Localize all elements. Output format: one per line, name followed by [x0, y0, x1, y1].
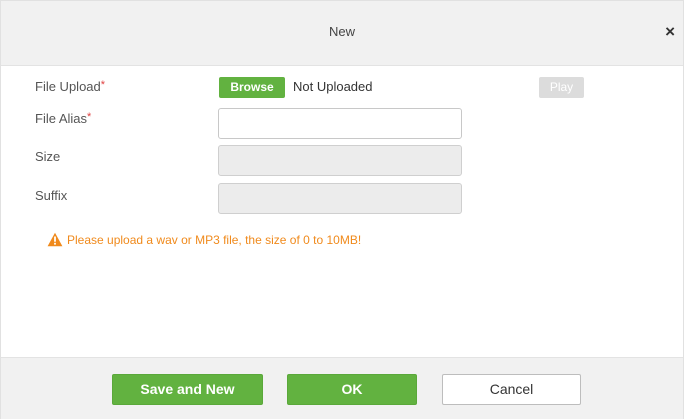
- size-label: Size: [35, 149, 61, 164]
- warning-triangle-icon: [47, 232, 63, 247]
- file-upload-label-text: File Upload: [35, 79, 101, 94]
- play-button[interactable]: Play: [539, 77, 584, 98]
- suffix-field: [218, 183, 462, 214]
- warning-text: Please upload a wav or MP3 file, the siz…: [67, 233, 362, 247]
- required-mark: *: [100, 79, 106, 91]
- browse-button[interactable]: Browse: [219, 77, 285, 98]
- dialog-title: New: [328, 24, 355, 39]
- ok-button[interactable]: OK: [287, 374, 417, 405]
- close-icon[interactable]: ×: [665, 23, 675, 40]
- size-field: [218, 145, 462, 176]
- cancel-button[interactable]: Cancel: [442, 374, 581, 405]
- dialog-titlebar: New ×: [1, 1, 683, 66]
- new-dialog: New × File Upload* Browse Not Uploaded P…: [0, 0, 684, 419]
- file-alias-label: File Alias*: [35, 111, 91, 126]
- required-mark: *: [87, 111, 92, 123]
- save-and-new-button[interactable]: Save and New: [112, 374, 263, 405]
- file-alias-input[interactable]: [218, 108, 462, 139]
- suffix-label: Suffix: [35, 188, 68, 203]
- file-upload-label: File Upload*: [35, 79, 105, 94]
- upload-status: Not Uploaded: [293, 79, 373, 94]
- file-alias-label-text: File Alias: [35, 111, 88, 126]
